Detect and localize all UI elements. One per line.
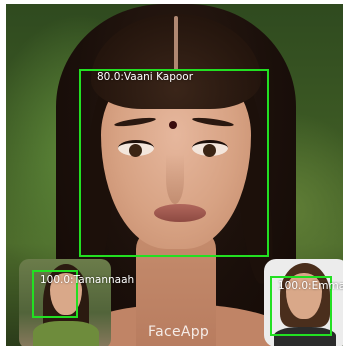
photo-canvas: 80.0:Vaani Kapoor 100.0:Tamannaah 100.0:… <box>6 4 343 346</box>
face-detection-box-right: 100.0:Emma <box>270 276 343 336</box>
app-watermark: FaceApp <box>148 324 210 340</box>
face-detection-label-right: 100.0:Emma <box>278 280 343 292</box>
face-detection-label-left: 100.0:Tamannaah <box>40 274 135 286</box>
face-detection-label-main: 80.0:Vaani Kapoor <box>97 71 194 83</box>
face-detection-box-main: 80.0:Vaani Kapoor <box>79 69 269 257</box>
face-detection-box-left: 100.0:Tamannaah <box>32 270 134 318</box>
hair-part <box>174 16 178 71</box>
